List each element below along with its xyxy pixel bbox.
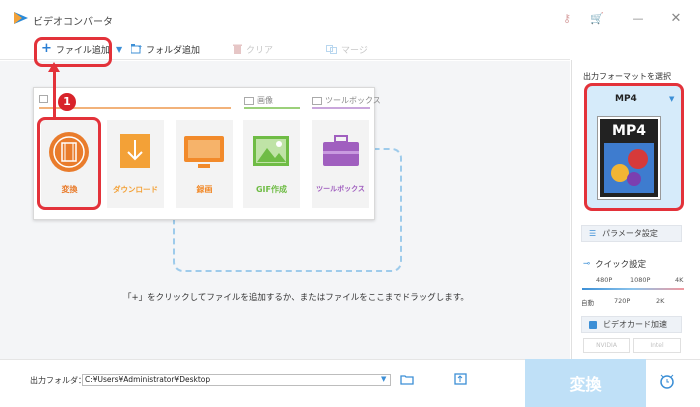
intel-option[interactable]: Intel xyxy=(633,338,681,353)
mark-auto: 自動 xyxy=(581,299,594,307)
gif-tile[interactable]: GIF作成 xyxy=(243,120,300,208)
format-title: 出力フォーマットを選択 xyxy=(583,72,671,81)
output-path-field[interactable]: C:¥Users¥Administrator¥Desktop xyxy=(82,374,391,386)
download-tile[interactable]: ダウンロード xyxy=(107,120,164,208)
minimize-icon[interactable]: — xyxy=(631,12,645,26)
convert-button[interactable]: 変換 xyxy=(525,359,646,407)
annotation-arrow-shaft xyxy=(53,66,56,118)
drop-hint-text: 「+」をクリックしてファイルを追加するか、またはファイルをここまでドラッグします… xyxy=(123,293,469,303)
balloon-picture-icon xyxy=(604,143,654,193)
app-logo-icon xyxy=(14,12,28,24)
folder-plus-icon: + xyxy=(131,44,142,54)
add-file-highlight xyxy=(34,37,112,67)
mark-720p: 720P xyxy=(614,297,631,305)
step-badge-1: 1 xyxy=(58,93,76,111)
export-folder-icon[interactable] xyxy=(454,373,467,385)
image-category-underline xyxy=(244,107,300,109)
merge-icon xyxy=(326,44,337,54)
video-category-icon xyxy=(39,95,48,103)
toolbox-category: ツールボックス xyxy=(312,95,381,106)
toolbox-category-icon xyxy=(312,96,322,105)
alarm-clock-icon[interactable] xyxy=(659,373,675,389)
cart-icon[interactable]: 🛒 xyxy=(590,12,604,26)
record-tile-label: 録画 xyxy=(196,185,213,194)
image-icon xyxy=(253,136,289,166)
gif-tile-label: GIF作成 xyxy=(255,185,287,194)
annotation-arrow-head xyxy=(48,62,60,72)
mark-480p: 480P xyxy=(596,276,613,284)
mp4-icon-text: MP4 xyxy=(612,123,646,139)
mark-2k: 2K xyxy=(656,297,665,305)
clear-button[interactable]: クリア xyxy=(233,40,273,58)
mp4-format-icon: MP4 xyxy=(597,116,661,200)
merge-button[interactable]: マージ xyxy=(326,40,368,58)
nvidia-option[interactable]: NVIDIA xyxy=(583,338,630,353)
output-folder-label: 出力フォルダ： xyxy=(30,376,86,385)
mark-1080p: 1080P xyxy=(630,276,651,284)
add-folder-button[interactable]: + フォルダ追加 xyxy=(131,40,200,58)
chip-icon xyxy=(589,320,597,329)
close-icon[interactable]: ✕ xyxy=(669,12,683,26)
download-tile-label: ダウンロード xyxy=(113,185,158,194)
toolbox-category-underline xyxy=(312,107,370,109)
image-category-icon xyxy=(244,96,254,105)
image-category: 画像 xyxy=(244,95,273,106)
quick-settings-label: ⊸ クイック設定 xyxy=(583,259,647,270)
window-title: ビデオコンバータ xyxy=(33,17,113,28)
quality-slider[interactable] xyxy=(582,288,684,290)
parameter-settings-button[interactable]: ☰ パラメータ設定 xyxy=(581,225,682,242)
mark-4k: 4K xyxy=(675,276,684,284)
toolbox-icon xyxy=(323,135,359,166)
sliders-icon: ☰ xyxy=(589,229,597,238)
record-tile[interactable]: 録画 xyxy=(176,120,233,208)
format-dropdown-icon[interactable]: ▼ xyxy=(669,95,674,103)
quick-slider-icon: ⊸ xyxy=(583,259,591,269)
path-dropdown-icon[interactable]: ▼ xyxy=(381,375,386,383)
gpu-acceleration-button[interactable]: ビデオカード加速 xyxy=(581,316,682,333)
toolbox-tile-label: ツールボックス xyxy=(316,185,365,193)
download-icon xyxy=(120,134,150,168)
screen-record-icon xyxy=(184,136,224,168)
open-folder-icon[interactable] xyxy=(400,374,414,385)
toolbox-tile[interactable]: ツールボックス xyxy=(312,120,369,208)
trash-icon xyxy=(233,44,242,54)
convert-tile-highlight xyxy=(37,117,101,210)
add-file-dropdown-icon[interactable]: ▼ xyxy=(116,45,122,54)
svg-text:+: + xyxy=(138,44,142,51)
format-name: MP4 xyxy=(615,94,637,104)
key-icon[interactable]: ⚷ xyxy=(560,12,574,26)
